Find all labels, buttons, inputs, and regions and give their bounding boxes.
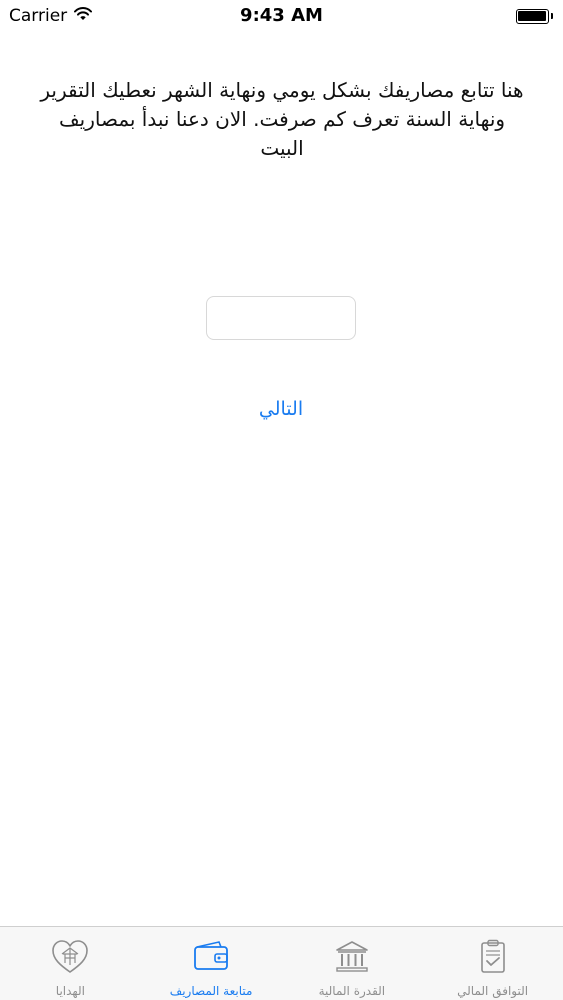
status-bar: Carrier 9:43 AM — [0, 0, 563, 32]
intro-text: هنا تتابع مصاريفك بشكل يومي ونهاية الشهر… — [40, 78, 524, 160]
tab-expense-tracking[interactable]: متابعة المصاريف — [141, 927, 282, 1000]
bank-icon — [332, 937, 372, 981]
app-screen: Carrier 9:43 AM هنا تتابع مصاريفك بشكل ي… — [0, 0, 563, 1000]
tab-financial-compatibility[interactable]: التوافق المالي — [422, 927, 563, 1000]
tab-bar: الهدايا متابعة المصاريف القدرة المالية ا… — [0, 926, 563, 1000]
next-button[interactable]: التالي — [231, 392, 331, 426]
clipboard-check-icon — [473, 937, 513, 981]
carrier-label: Carrier — [9, 6, 68, 26]
status-left: Carrier — [9, 6, 93, 26]
tab-gifts[interactable]: الهدايا — [0, 927, 141, 1000]
wallet-icon — [191, 937, 231, 981]
amount-input[interactable] — [206, 296, 356, 340]
tab-financial-capacity[interactable]: القدرة المالية — [282, 927, 423, 1000]
gift-heart-icon — [50, 937, 90, 981]
tab-financial-capacity-label: القدرة المالية — [318, 984, 386, 998]
tab-financial-compatibility-label: التوافق المالي — [457, 984, 529, 998]
tab-expense-tracking-label: متابعة المصاريف — [169, 984, 253, 998]
battery-icon — [515, 8, 553, 24]
tab-gifts-label: الهدايا — [55, 984, 85, 998]
wifi-icon — [74, 6, 93, 26]
